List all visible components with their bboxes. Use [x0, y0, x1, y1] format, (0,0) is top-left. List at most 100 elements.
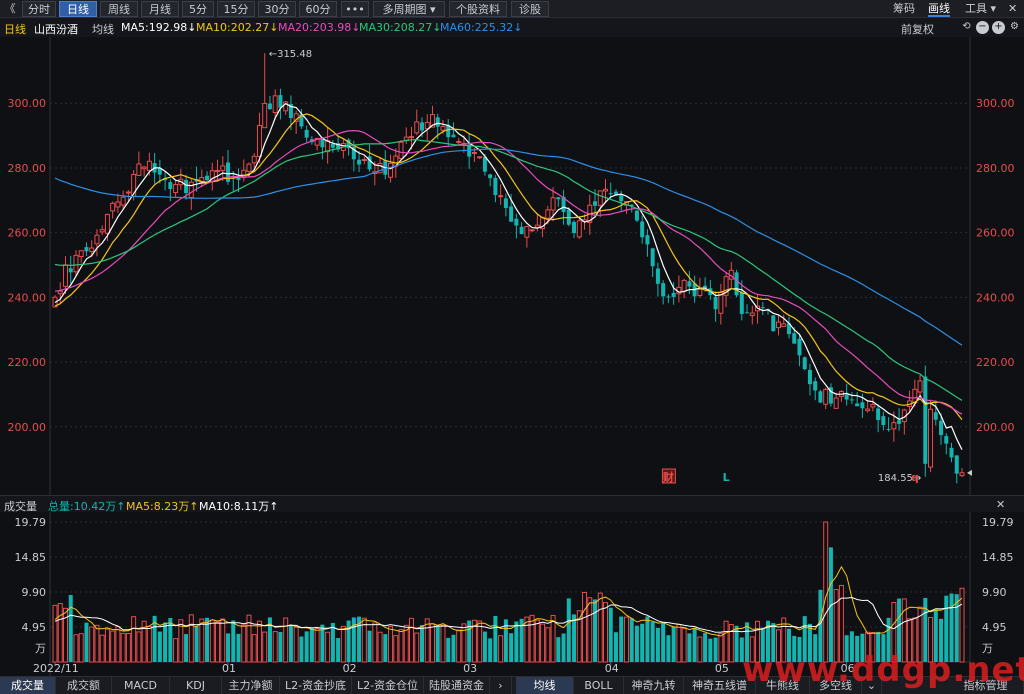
candle-up — [823, 388, 829, 405]
candle-up — [870, 403, 876, 408]
period-label: 日线 — [4, 23, 26, 36]
candle-down — [818, 391, 823, 403]
tools-dropdown[interactable]: 工具 ▾ — [965, 1, 996, 17]
stock-diagnosis-button[interactable]: 诊股 — [511, 1, 549, 17]
tab-30min[interactable]: 30分 — [258, 1, 296, 17]
candle-up — [125, 191, 131, 194]
candle-up — [833, 397, 839, 409]
chevron-right-icon[interactable]: › — [490, 677, 512, 694]
volume-bar-down — [482, 631, 487, 662]
tab-60min[interactable]: 60分 — [299, 1, 337, 17]
tab-15min[interactable]: 15分 — [217, 1, 255, 17]
tab-weekly[interactable]: 周线 — [100, 1, 138, 17]
volume-bar-up — [120, 632, 126, 663]
volume-bar-up — [414, 632, 420, 663]
close-icon[interactable]: ✕ — [1008, 1, 1017, 17]
candle-up — [141, 166, 147, 170]
volume-bar-down — [488, 638, 493, 662]
back-icon[interactable]: 《 — [2, 1, 18, 17]
tab-boll[interactable]: BOLL — [574, 677, 624, 694]
candle-up — [57, 290, 63, 295]
volume-bar-down — [561, 633, 566, 662]
tab-td9[interactable]: 神奇九转 — [624, 677, 684, 694]
volume-close-icon[interactable]: ✕ — [996, 498, 1005, 511]
stock-profile-button[interactable]: 个股资料 — [449, 1, 507, 17]
tab-l2-bottom[interactable]: L2-资金抄底 — [280, 677, 352, 694]
candle-up — [534, 224, 540, 228]
vol-tick-label: 19.79 — [15, 516, 47, 529]
tab-daily[interactable]: 日线 — [59, 1, 97, 17]
candle-up — [256, 125, 262, 157]
candle-down — [419, 122, 424, 131]
candle-down — [357, 159, 362, 165]
ma5-value: MA5:192.98↓ — [121, 21, 197, 34]
tab-volume[interactable]: 成交量 — [0, 677, 56, 694]
tab-minute[interactable]: 分时 — [22, 1, 56, 17]
candle-down — [813, 381, 818, 391]
y-tick-label: 240.00 — [8, 291, 47, 304]
volume-bar-up — [597, 592, 603, 663]
volume-bar-up — [94, 624, 100, 663]
volume-bar-up — [52, 604, 58, 663]
ma-label[interactable]: 均线 — [92, 21, 114, 37]
volume-bar-down — [713, 637, 718, 662]
candle-down — [451, 134, 456, 138]
tab-l2-position[interactable]: L2-资金仓位 — [352, 677, 424, 694]
multi-period-dropdown[interactable]: 多周期图 ▾ — [373, 1, 445, 17]
candlestick-chart[interactable]: 200.00 200.00 220.00 220.00 240.00 240.00 260.… — [0, 37, 1024, 495]
candle-down — [797, 338, 802, 356]
tab-kdj[interactable]: KDJ — [170, 677, 222, 694]
volume-bar-up — [89, 626, 95, 663]
vol-tick-label: 4.95 — [22, 621, 47, 634]
tab-main-net[interactable]: 主力净额 — [222, 677, 280, 694]
x-date-label: 01 — [222, 662, 236, 675]
chips-button[interactable]: 筹码 — [893, 1, 915, 17]
candle-up — [99, 229, 105, 233]
draw-line-button[interactable]: 画线 — [928, 1, 950, 17]
volume-bar-up — [823, 521, 829, 663]
adjust-dropdown[interactable]: 前复权 — [901, 21, 934, 37]
volume-bar-up — [623, 616, 629, 663]
volume-bar-up — [125, 632, 131, 663]
volume-bar-up — [524, 616, 530, 663]
settings-icon[interactable]: ⚙ — [1008, 21, 1021, 34]
tab-5min[interactable]: 5分 — [182, 1, 214, 17]
volume-bar-up — [146, 625, 152, 663]
volume-bar-down — [619, 616, 624, 662]
candle-up — [928, 408, 934, 468]
candle-down — [205, 175, 210, 181]
x-date-label: 02 — [343, 662, 357, 675]
tab-turnover[interactable]: 成交额 — [56, 677, 112, 694]
volume-bar-up — [498, 635, 504, 663]
candle-down — [949, 447, 954, 458]
y-tick-label-right: 220.00 — [976, 356, 1015, 369]
tab-macd[interactable]: MACD — [112, 677, 170, 694]
volume-bar-up — [262, 631, 268, 663]
x-date-label: 03 — [463, 662, 477, 675]
volume-bar-up — [372, 622, 378, 663]
volume-bar-up — [115, 626, 121, 663]
minus-icon[interactable]: − — [976, 21, 989, 34]
high-price-label: ←315.48 — [269, 49, 312, 60]
candle-up — [262, 102, 268, 129]
candle-down — [168, 182, 173, 190]
tab-monthly[interactable]: 月线 — [141, 1, 179, 17]
volume-bar-up — [220, 618, 226, 663]
y-tick-label-right: 200.00 — [976, 421, 1015, 434]
y-tick-label-right: 280.00 — [976, 162, 1015, 175]
tab-ma[interactable]: 均线 — [516, 677, 574, 694]
volume-bar-down — [708, 638, 713, 662]
candle-down — [184, 179, 189, 194]
volume-bar-down — [451, 634, 456, 662]
volume-bar-down — [593, 599, 598, 662]
plus-icon[interactable]: + — [992, 21, 1005, 34]
volume-bar-down — [645, 616, 650, 662]
volume-bar-down — [278, 631, 283, 662]
candle-down — [655, 268, 660, 284]
candle-down — [267, 103, 272, 110]
undo-icon[interactable]: ⟲ — [960, 21, 973, 34]
tab-northbound[interactable]: 陆股通资金 — [424, 677, 490, 694]
volume-bar-up — [377, 631, 383, 663]
more-periods-button[interactable]: ••• — [341, 1, 369, 17]
volume-bar-down — [336, 638, 341, 662]
